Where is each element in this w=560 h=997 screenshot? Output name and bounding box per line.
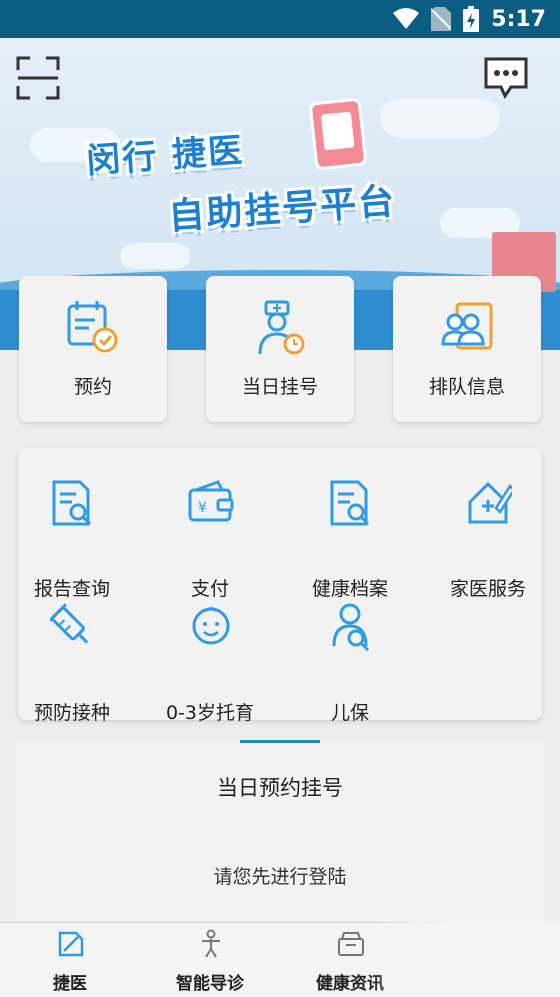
services-panel: 报告查询 ¥ 支付 健康档案 家医服务 预防接种 0-3岁托育 儿保 (18, 448, 542, 724)
health-record-icon (330, 480, 370, 526)
syringe-icon (50, 603, 89, 644)
report-search-icon (52, 480, 92, 526)
service-label: 0-3岁托育 (165, 702, 255, 724)
wifi-icon (393, 8, 420, 29)
clock: 5:17 (491, 6, 546, 32)
appointment-card[interactable]: 预约 (19, 276, 167, 422)
svg-text:¥: ¥ (198, 500, 207, 516)
service-health-record[interactable]: 健康档案 (280, 478, 420, 600)
same-day-register-label: 当日挂号 (241, 376, 318, 398)
same-day-register-card[interactable]: 当日挂号 (206, 276, 354, 422)
body-guide-icon (202, 929, 220, 958)
tab-label: 捷医 (53, 974, 87, 994)
baby-icon (192, 607, 230, 645)
service-childcare[interactable]: 0-3岁托育 (140, 602, 280, 724)
service-label: 儿保 (330, 702, 369, 724)
news-box-icon (338, 932, 364, 956)
tab-label: 智能导诊 (176, 974, 244, 994)
reservation-title: 当日预约挂号 (217, 776, 343, 800)
service-report-query[interactable]: 报告查询 (2, 478, 142, 600)
service-child-health[interactable]: 儿保 (280, 602, 420, 724)
wallet-icon: ¥ (188, 480, 234, 522)
battery-icon (463, 6, 480, 32)
service-label: 健康档案 (311, 578, 388, 600)
tab-bar-fade (370, 922, 560, 997)
appointment-label: 预约 (73, 376, 112, 398)
tab-indicator (240, 740, 320, 743)
no-sim-icon (431, 7, 452, 31)
service-label: 报告查询 (33, 578, 110, 600)
service-label: 支付 (190, 578, 229, 600)
child-care-icon (332, 603, 370, 652)
queue-info-label: 排队信息 (428, 376, 505, 398)
home-doc-icon (58, 931, 84, 957)
family-doctor-icon (468, 481, 512, 524)
doctor-clock-icon (258, 300, 305, 355)
service-label: 家医服务 (449, 578, 526, 600)
service-vaccination[interactable]: 预防接种 (2, 602, 142, 724)
queue-info-card[interactable]: 排队信息 (393, 276, 541, 422)
service-family-doctor[interactable]: 家医服务 (418, 478, 558, 600)
status-bar: 5:17 (0, 0, 560, 38)
login-prompt[interactable]: 请您先进行登陆 (16, 862, 544, 889)
same-day-reservation-panel: 当日预约挂号 请您先进行登陆 (16, 740, 544, 924)
tab-smart-guide[interactable]: 智能导诊 (140, 923, 280, 997)
service-label: 预防接种 (33, 702, 110, 724)
service-payment[interactable]: ¥ 支付 (140, 478, 280, 600)
phone-logo-icon (308, 97, 368, 171)
scan-icon[interactable] (16, 56, 60, 100)
people-queue-icon (441, 302, 493, 350)
tab-home[interactable]: 捷医 (0, 923, 140, 997)
message-icon[interactable] (483, 56, 529, 100)
calendar-check-icon (67, 301, 118, 353)
